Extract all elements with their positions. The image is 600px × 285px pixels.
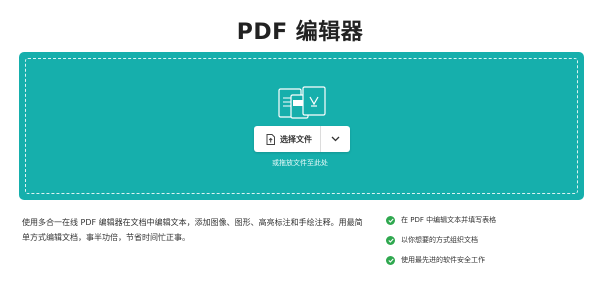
pdf-documents-icon — [278, 86, 326, 119]
check-circle-icon — [386, 255, 395, 265]
feature-text: 使用最先进的软件安全工作 — [401, 256, 485, 264]
chevron-down-icon — [331, 136, 340, 142]
feature-list: 在 PDF 中编辑文本并填写表格 以你想要的方式组织文档 使用最先进的软件安全工… — [386, 214, 596, 274]
drop-hint-text: 或拖放文件至此处 — [272, 159, 328, 167]
choose-file-label: 选择文件 — [280, 134, 312, 144]
description-text: 使用多合一在线 PDF 编辑器在文档中编辑文本，添加图像、图形、高亮标注和手绘注… — [22, 218, 363, 242]
page-title: PDF 编辑器 — [236, 20, 364, 45]
feature-item: 在 PDF 中编辑文本并填写表格 — [386, 214, 596, 226]
feature-item: 使用最先进的软件安全工作 — [386, 254, 596, 266]
file-upload-icon — [266, 133, 275, 145]
choose-file-main[interactable]: 选择文件 — [254, 126, 320, 152]
check-circle-icon — [386, 215, 395, 225]
upload-options-dropdown[interactable] — [321, 126, 350, 152]
feature-text: 在 PDF 中编辑文本并填写表格 — [401, 216, 497, 224]
feature-item: 以你想要的方式组织文档 — [386, 234, 596, 246]
check-circle-icon — [386, 235, 395, 245]
feature-text: 以你想要的方式组织文档 — [401, 236, 478, 244]
choose-file-button[interactable]: 选择文件 — [254, 126, 350, 152]
